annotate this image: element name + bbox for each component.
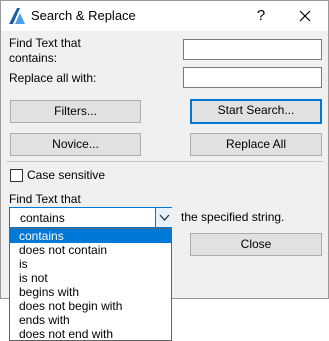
replace-all-button[interactable]: Replace All xyxy=(190,133,322,156)
find-mode-label: Find Text that xyxy=(9,192,81,206)
novice-button[interactable]: Novice... xyxy=(10,133,141,156)
find-mode-suffix: the specified string. xyxy=(181,210,285,224)
find-mode-dropdown-list: contains does not contain is is not begi… xyxy=(9,228,172,341)
close-button[interactable]: Close xyxy=(190,233,322,256)
dropdown-option-does-not-end-with[interactable]: does not end with xyxy=(10,327,171,341)
chevron-down-icon[interactable] xyxy=(155,208,172,227)
find-label-line2: contains: xyxy=(9,51,58,65)
filters-button[interactable]: Filters... xyxy=(10,100,141,123)
case-sensitive-checkbox[interactable] xyxy=(10,169,23,182)
dropdown-option-does-not-begin-with[interactable]: does not begin with xyxy=(10,299,171,313)
divider xyxy=(6,161,323,162)
replace-label: Replace all with: xyxy=(9,71,97,85)
dropdown-option-ends-with[interactable]: ends with xyxy=(10,313,171,327)
dropdown-option-is-not[interactable]: is not xyxy=(10,271,171,285)
find-label-line1: Find Text that xyxy=(9,36,81,50)
dialog-title: Search & Replace xyxy=(31,8,136,23)
archicad-app-icon xyxy=(8,7,26,25)
find-text-input[interactable] xyxy=(183,39,322,60)
dropdown-option-begins-with[interactable]: begins with xyxy=(10,285,171,299)
dropdown-option-is[interactable]: is xyxy=(10,257,171,271)
start-search-button[interactable]: Start Search... xyxy=(190,99,322,124)
close-icon[interactable] xyxy=(288,4,322,28)
find-mode-select[interactable]: contains xyxy=(9,207,172,228)
help-button[interactable]: ? xyxy=(247,4,275,28)
find-mode-selected-value: contains xyxy=(20,211,65,225)
case-sensitive-label: Case sensitive xyxy=(27,168,106,182)
replace-text-input[interactable] xyxy=(183,67,322,88)
title-bar[interactable]: Search & Replace ? xyxy=(1,1,328,31)
dropdown-option-contains[interactable]: contains xyxy=(10,229,171,243)
dropdown-option-does-not-contain[interactable]: does not contain xyxy=(10,243,171,257)
